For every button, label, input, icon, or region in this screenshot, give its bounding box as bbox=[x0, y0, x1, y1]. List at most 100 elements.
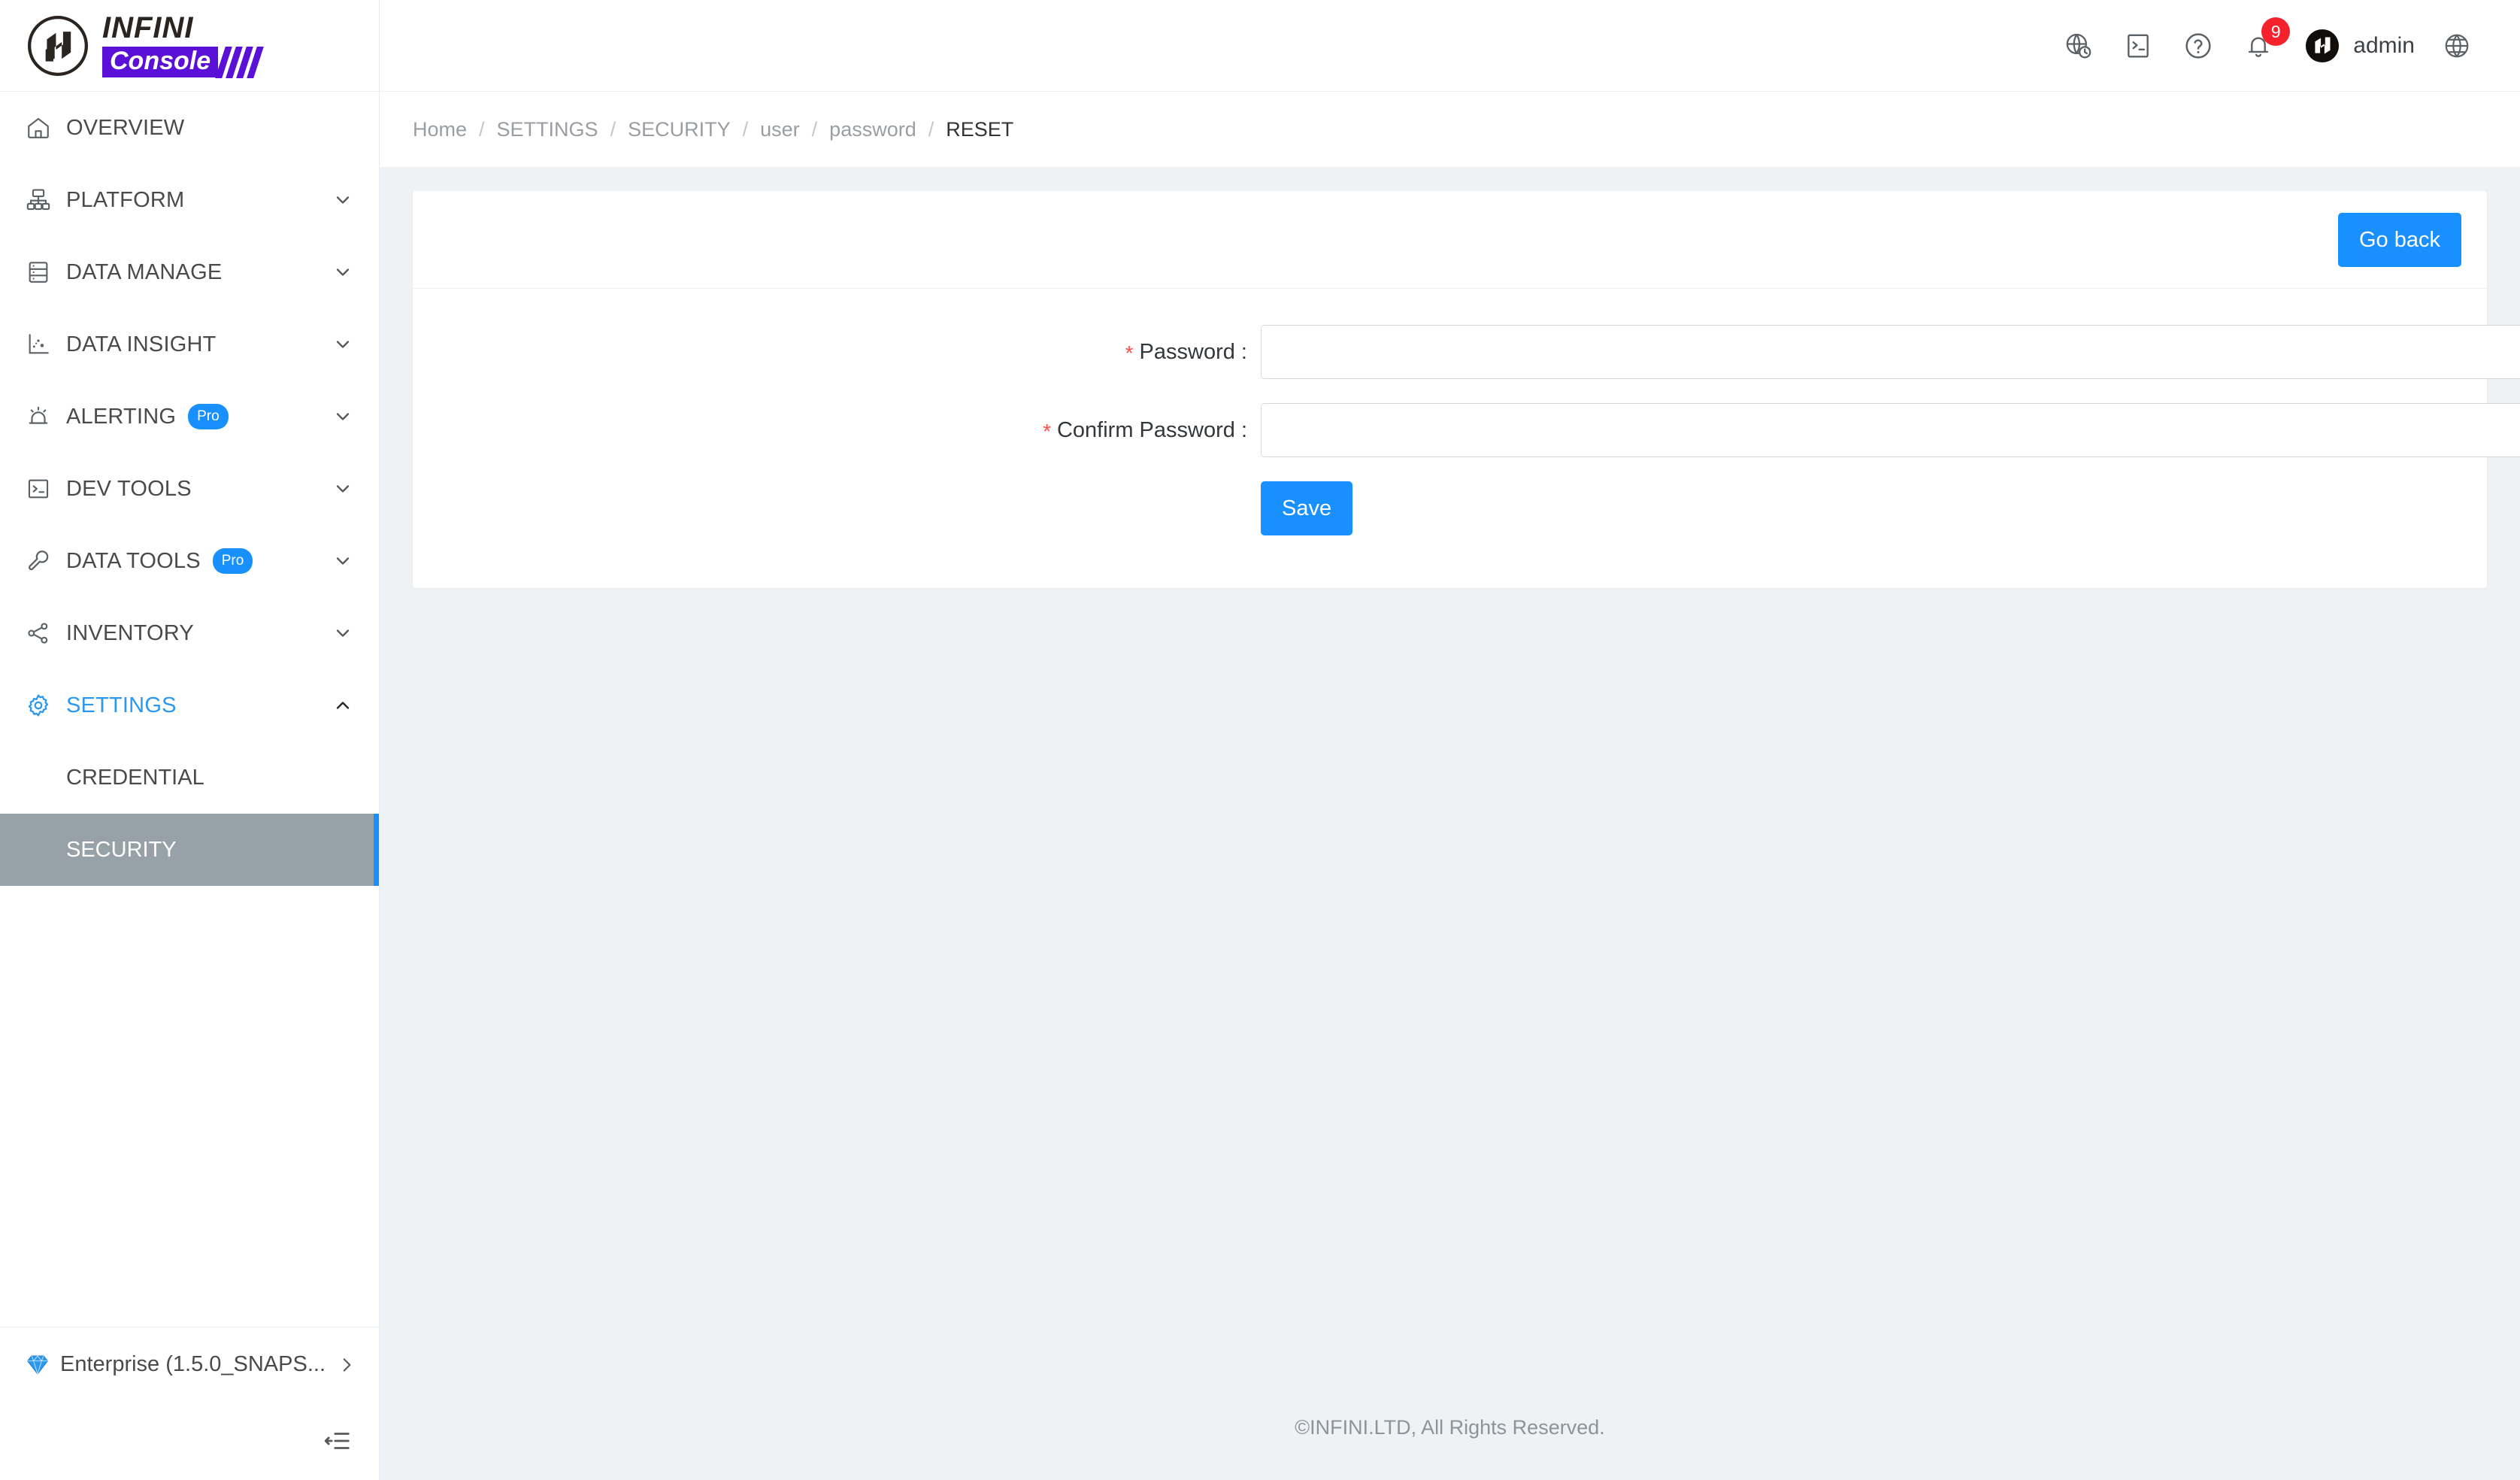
form-row-actions: Save bbox=[413, 481, 2487, 535]
sidebar-item-alerting[interactable]: ALERTING Pro bbox=[0, 381, 379, 453]
sidebar-item-label: DATA TOOLS bbox=[66, 548, 201, 573]
topbar-actions: 9 admin bbox=[2048, 16, 2487, 76]
brand-name-top: INFINI bbox=[102, 11, 194, 44]
chevron-down-icon[interactable] bbox=[332, 262, 353, 283]
chevron-up-icon[interactable] bbox=[332, 695, 353, 716]
sidebar-subitem-label: SECURITY bbox=[66, 837, 177, 862]
reset-password-card: Go back *Password : *Confirm Password bbox=[413, 191, 2520, 588]
brand-slashes-icon bbox=[215, 46, 264, 79]
home-icon bbox=[26, 115, 57, 141]
sidebar-item-inventory[interactable]: INVENTORY bbox=[0, 597, 379, 669]
brand-wordmark: INFINI Console bbox=[102, 11, 264, 79]
password-input[interactable] bbox=[1261, 325, 2520, 379]
sidebar-item-data-tools[interactable]: DATA TOOLS Pro bbox=[0, 525, 379, 597]
infini-n-logo-icon bbox=[26, 14, 90, 78]
save-button[interactable]: Save bbox=[1261, 481, 1353, 535]
brand-logo[interactable]: INFINI Console bbox=[0, 0, 379, 92]
enterprise-version-item[interactable]: Enterprise (1.5.0_SNAPS... bbox=[0, 1327, 379, 1402]
sidebar-item-data-insight[interactable]: DATA INSIGHT bbox=[0, 308, 379, 381]
chevron-down-icon[interactable] bbox=[332, 334, 353, 355]
chevron-down-icon[interactable] bbox=[332, 550, 353, 572]
app-root: INFINI Console OVERVIEW PLATFORM DATA MA… bbox=[0, 0, 2520, 1480]
sidebar-item-label: INVENTORY bbox=[66, 620, 194, 645]
sidebar-collapse-row bbox=[0, 1402, 379, 1480]
form-row-password: * Password : bbox=[413, 325, 2520, 381]
sidebar-item-label: DATA INSIGHT bbox=[66, 332, 217, 356]
required-mark: * bbox=[1043, 420, 1051, 443]
confirm-password-control bbox=[1261, 403, 2520, 457]
enterprise-version-label: Enterprise (1.5.0_SNAPS... bbox=[60, 1352, 326, 1376]
language-globe-icon[interactable] bbox=[2427, 16, 2487, 76]
password-control bbox=[1261, 325, 2520, 379]
topbar: 9 admin bbox=[380, 0, 2520, 92]
breadcrumb-item-reset: RESET bbox=[946, 117, 1014, 141]
share-nodes-icon bbox=[26, 620, 57, 646]
chevron-down-icon[interactable] bbox=[332, 406, 353, 427]
sidebar-item-label: ALERTING bbox=[66, 404, 177, 429]
sidebar-item-overview[interactable]: OVERVIEW bbox=[0, 92, 379, 164]
avatar bbox=[2305, 29, 2340, 63]
diamond-icon bbox=[26, 1353, 50, 1377]
database-icon bbox=[26, 259, 57, 285]
breadcrumb-item-password[interactable]: password bbox=[829, 118, 916, 141]
breadcrumb-separator: / bbox=[928, 117, 934, 141]
alarm-icon bbox=[26, 404, 57, 429]
breadcrumb-separator: / bbox=[742, 117, 749, 141]
pro-badge: Pro bbox=[188, 404, 229, 429]
wrench-icon bbox=[26, 548, 57, 574]
breadcrumb: Home / SETTINGS / SECURITY / user / pass… bbox=[380, 92, 2520, 167]
actions-control: Save bbox=[1261, 481, 2520, 535]
sidebar-subitem-credential[interactable]: CREDENTIAL bbox=[0, 742, 379, 814]
brand-name-bottom: Console bbox=[102, 46, 219, 78]
reset-password-form: * Password : * Confirm Password : Save bbox=[413, 289, 2520, 588]
breadcrumb-separator: / bbox=[479, 117, 485, 141]
chevron-right-icon[interactable] bbox=[337, 1355, 356, 1375]
sidebar-item-platform[interactable]: PLATFORM bbox=[0, 164, 379, 236]
sitemap-icon bbox=[26, 187, 57, 213]
breadcrumb-separator: / bbox=[610, 117, 616, 141]
required-mark: * bbox=[1125, 341, 1134, 365]
sidebar-item-data-manage[interactable]: DATA MANAGE bbox=[0, 236, 379, 308]
sidebar-item-label: DATA MANAGE bbox=[66, 259, 223, 284]
sidebar-item-label: PLATFORM bbox=[66, 187, 185, 212]
scatter-chart-icon bbox=[26, 332, 57, 357]
user-menu[interactable]: admin bbox=[2288, 16, 2427, 76]
card-header: Go back bbox=[413, 191, 2487, 289]
pro-badge: Pro bbox=[212, 548, 253, 574]
breadcrumb-item-security[interactable]: SECURITY bbox=[628, 118, 731, 141]
terminal-icon[interactable] bbox=[2108, 16, 2168, 76]
sidebar-subitem-label: CREDENTIAL bbox=[66, 765, 204, 790]
breadcrumb-item-user[interactable]: user bbox=[760, 118, 800, 141]
notification-badge: 9 bbox=[2261, 17, 2291, 46]
sidebar-item-label: OVERVIEW bbox=[66, 115, 185, 140]
main-region: 9 admin Home / SETTINGS / SECURITY / use… bbox=[380, 0, 2520, 1480]
sidebar-nav: OVERVIEW PLATFORM DATA MANAGE DATA INSIG… bbox=[0, 92, 379, 1327]
password-label-text: Password : bbox=[1139, 340, 1247, 364]
user-name: admin bbox=[2353, 32, 2415, 58]
sidebar-item-label: DEV TOOLS bbox=[66, 476, 192, 501]
sidebar-item-dev-tools[interactable]: DEV TOOLS bbox=[0, 453, 379, 525]
chevron-down-icon[interactable] bbox=[332, 190, 353, 211]
sidebar-item-settings[interactable]: SETTINGS bbox=[0, 669, 379, 742]
copyright-text: ©INFINI.LTD, All Rights Reserved. bbox=[1295, 1415, 1605, 1439]
sidebar-subitem-security[interactable]: SECURITY bbox=[0, 814, 379, 886]
bell-icon[interactable]: 9 bbox=[2228, 16, 2291, 76]
chevron-down-icon[interactable] bbox=[332, 478, 353, 499]
console-icon bbox=[26, 476, 57, 502]
breadcrumb-separator: / bbox=[811, 117, 818, 141]
confirm-password-input[interactable] bbox=[1261, 403, 2520, 457]
globe-clock-icon[interactable] bbox=[2048, 16, 2108, 76]
breadcrumb-item-home[interactable]: Home bbox=[413, 118, 467, 141]
confirm-password-label-text: Confirm Password : bbox=[1056, 418, 1247, 442]
password-label: * Password : bbox=[413, 325, 1261, 381]
form-row-confirm-password: * Confirm Password : bbox=[413, 403, 2520, 459]
sidebar: INFINI Console OVERVIEW PLATFORM DATA MA… bbox=[0, 0, 380, 1480]
collapse-sidebar-icon[interactable] bbox=[323, 1427, 352, 1455]
chevron-down-icon[interactable] bbox=[332, 623, 353, 644]
page-footer: ©INFINI.LTD, All Rights Reserved. bbox=[413, 1375, 2487, 1480]
help-circle-icon[interactable] bbox=[2168, 16, 2228, 76]
go-back-button[interactable]: Go back bbox=[2338, 212, 2461, 267]
breadcrumb-item-settings[interactable]: SETTINGS bbox=[497, 118, 598, 141]
sidebar-item-label: SETTINGS bbox=[66, 693, 177, 717]
